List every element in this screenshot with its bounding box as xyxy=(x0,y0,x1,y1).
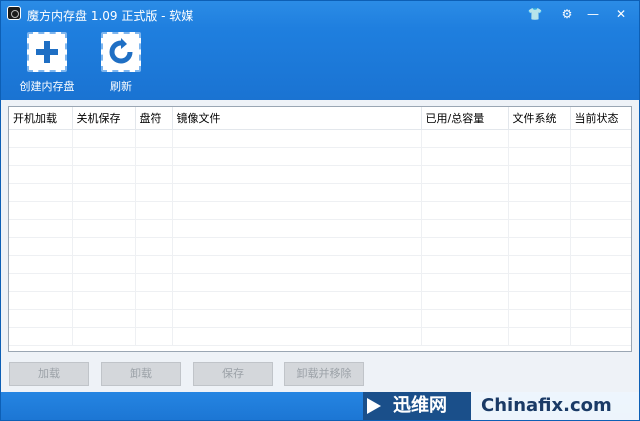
ramdisk-table[interactable]: 开机加载 关机保存 盘符 镜像文件 已用/总容量 文件系统 当前状态 xyxy=(8,106,632,352)
close-button[interactable]: ✕ xyxy=(611,5,631,23)
table-row xyxy=(9,219,631,238)
minimize-button[interactable]: — xyxy=(583,5,603,23)
unload-remove-button[interactable]: 卸载并移除 xyxy=(284,362,364,386)
column-header-capacity[interactable]: 已用/总容量 xyxy=(421,107,509,130)
table-row xyxy=(9,291,631,310)
save-button[interactable]: 保存 xyxy=(193,362,273,386)
app-window: 魔方内存盘 1.09 正式版 - 软媒 👕 ⚙ — ✕ 创建内存盘 刷新 开机加… xyxy=(0,0,640,421)
skin-icon[interactable]: 👕 xyxy=(525,5,545,23)
watermark-site: Chinafix.com xyxy=(471,392,639,420)
column-header-file-system[interactable]: 文件系统 xyxy=(508,107,571,130)
status-bar: 迅维网 Chinafix.com xyxy=(1,392,639,420)
refresh-icon xyxy=(101,32,141,72)
table-row xyxy=(9,147,631,166)
main-content: 开机加载 关机保存 盘符 镜像文件 已用/总容量 文件系统 当前状态 加载 卸载… xyxy=(1,100,639,392)
toolbar: 创建内存盘 刷新 xyxy=(1,28,639,100)
table-row xyxy=(9,165,631,184)
table-row xyxy=(9,201,631,220)
column-header-status[interactable]: 当前状态 xyxy=(570,107,631,130)
table-row xyxy=(9,237,631,256)
window-title: 魔方内存盘 1.09 正式版 - 软媒 xyxy=(27,9,194,23)
refresh-button[interactable]: 刷新 xyxy=(85,30,157,96)
table-row xyxy=(9,273,631,292)
table-row xyxy=(9,327,631,346)
watermark-brand: 迅维网 xyxy=(363,392,471,420)
plus-icon xyxy=(27,32,67,72)
refresh-label: 刷新 xyxy=(110,80,132,93)
table-row xyxy=(9,183,631,202)
table-body xyxy=(9,129,631,346)
table-header-row: 开机加载 关机保存 盘符 镜像文件 已用/总容量 文件系统 当前状态 xyxy=(9,107,631,130)
watermark-brand-text: 迅维网 xyxy=(393,395,447,416)
load-button[interactable]: 加载 xyxy=(9,362,89,386)
table-row xyxy=(9,309,631,328)
settings-icon[interactable]: ⚙ xyxy=(557,5,577,23)
column-header-shutdown-save[interactable]: 关机保存 xyxy=(72,107,136,130)
unload-button[interactable]: 卸载 xyxy=(101,362,181,386)
table-row xyxy=(9,255,631,274)
create-ramdisk-button[interactable]: 创建内存盘 xyxy=(11,30,83,96)
column-header-boot-load[interactable]: 开机加载 xyxy=(9,107,73,130)
table-row xyxy=(9,129,631,148)
watermark: 迅维网 Chinafix.com xyxy=(363,392,639,420)
title-bar[interactable]: 魔方内存盘 1.09 正式版 - 软媒 👕 ⚙ — ✕ xyxy=(1,1,639,28)
column-header-drive-letter[interactable]: 盘符 xyxy=(135,107,173,130)
arrow-icon xyxy=(367,398,381,414)
column-header-image-file[interactable]: 镜像文件 xyxy=(172,107,422,130)
create-ramdisk-label: 创建内存盘 xyxy=(19,80,75,93)
app-icon xyxy=(7,6,21,20)
